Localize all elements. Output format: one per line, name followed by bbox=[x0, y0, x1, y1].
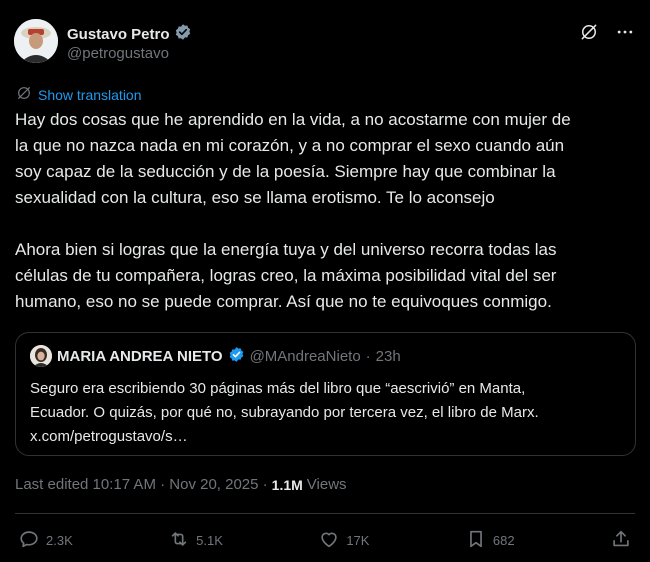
tweet: Gustavo Petro @petrogustavo Show transla… bbox=[0, 0, 650, 562]
author-avatar[interactable] bbox=[14, 19, 58, 63]
share-button[interactable] bbox=[610, 528, 632, 553]
repost-icon bbox=[168, 528, 190, 553]
show-translation[interactable]: Show translation bbox=[16, 85, 142, 104]
tweet-paragraph: Ahora bien si logras que la energía tuya… bbox=[15, 240, 557, 311]
quoted-text-line: Seguro era escribiendo 30 páginas más de… bbox=[30, 380, 526, 397]
bookmark-button[interactable]: 682 bbox=[465, 528, 515, 553]
more-icon[interactable] bbox=[614, 21, 636, 43]
quoted-author-handle: @MAndreaNieto bbox=[249, 347, 361, 365]
tweet-meta: Last edited 10:17 AM · Nov 20, 2025 · 1.… bbox=[15, 476, 347, 493]
quoted-tweet-text: Seguro era escribiendo 30 páginas más de… bbox=[30, 377, 621, 449]
quoted-verified-badge-icon bbox=[228, 346, 245, 367]
share-icon bbox=[610, 528, 632, 553]
tweet-paragraph: Hay dos cosas que he aprendido en la vid… bbox=[15, 110, 571, 207]
quoted-author-avatar bbox=[30, 345, 52, 367]
bookmark-icon bbox=[465, 528, 487, 553]
edited-timestamp[interactable]: Last edited 10:17 AM · Nov 20, 2025 · bbox=[15, 476, 268, 493]
heart-icon bbox=[318, 528, 340, 553]
repost-count: 5.1K bbox=[196, 532, 223, 548]
author-name[interactable]: Gustavo Petro bbox=[67, 26, 170, 43]
globe-icon bbox=[16, 85, 32, 104]
tweet-top-actions bbox=[578, 21, 636, 43]
quoted-tweet-header: MARIA ANDREA NIETO @MAndreaNieto · 23h bbox=[30, 345, 621, 367]
quoted-text-line: Ecuador. O quizás, por qué no, subrayand… bbox=[30, 404, 539, 421]
reply-button[interactable]: 2.3K bbox=[18, 528, 73, 553]
views-count[interactable]: 1.1M bbox=[272, 477, 303, 493]
grok-icon[interactable] bbox=[578, 21, 600, 43]
action-bar: 2.3K 5.1K 17K 682 bbox=[18, 528, 632, 552]
reply-icon bbox=[18, 528, 40, 553]
quoted-tweet[interactable]: MARIA ANDREA NIETO @MAndreaNieto · 23h S… bbox=[15, 332, 636, 456]
reply-count: 2.3K bbox=[46, 532, 73, 548]
views-label: Views bbox=[306, 476, 347, 493]
divider bbox=[15, 513, 635, 514]
show-translation-link[interactable]: Show translation bbox=[38, 87, 142, 103]
author-name-row[interactable]: Gustavo Petro bbox=[67, 23, 192, 45]
tweet-text: Hay dos cosas que he aprendido en la vid… bbox=[15, 107, 640, 315]
verified-badge-icon bbox=[174, 23, 192, 45]
quoted-time: 23h bbox=[375, 347, 401, 365]
quoted-separator: · bbox=[365, 347, 371, 365]
repost-button[interactable]: 5.1K bbox=[168, 528, 223, 553]
like-count: 17K bbox=[346, 532, 370, 548]
like-button[interactable]: 17K bbox=[318, 528, 369, 553]
bookmark-count: 682 bbox=[492, 532, 515, 548]
author-handle[interactable]: @petrogustavo bbox=[67, 45, 169, 62]
quoted-author-name: MARIA ANDREA NIETO bbox=[57, 347, 223, 365]
quoted-link: x.com/petrogustavo/s… bbox=[30, 428, 188, 445]
